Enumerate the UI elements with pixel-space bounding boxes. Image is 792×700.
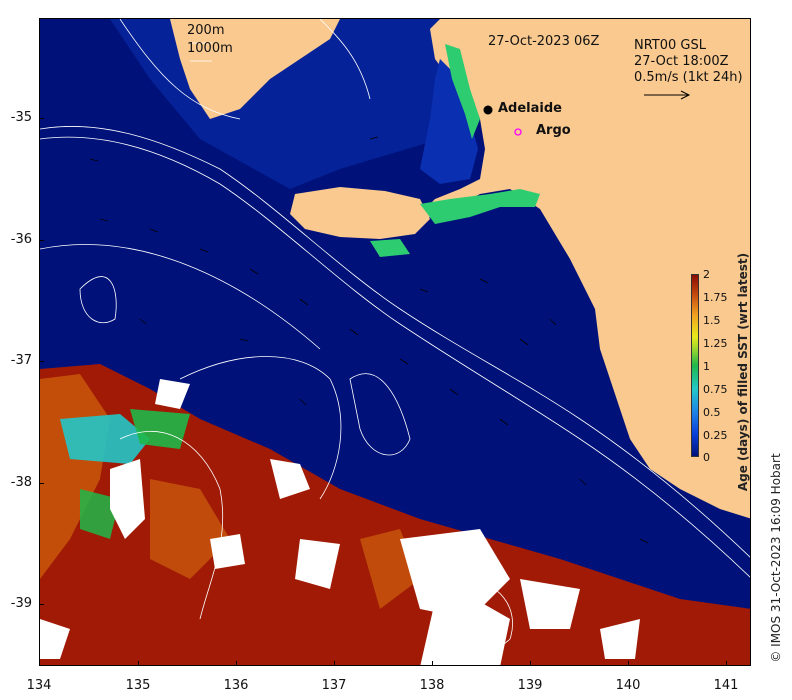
- y-tick-label: -39: [10, 596, 32, 611]
- colorbar-tick-label: 1.5: [703, 314, 721, 327]
- colorbar-tick-label: 2: [703, 268, 710, 281]
- colorbar: [691, 274, 699, 457]
- colorbar-tick-label: 0: [703, 451, 710, 464]
- y-tick: [39, 604, 44, 605]
- y-tick-label: -36: [10, 232, 32, 247]
- isobath-legend-200m: 200m: [187, 23, 225, 38]
- x-tick: [334, 661, 335, 666]
- y-tick-label: -37: [10, 353, 32, 368]
- x-tick-label: 141: [713, 678, 739, 693]
- x-tick-label: 138: [419, 678, 445, 693]
- colorbar-tick-label: 0.25: [703, 429, 728, 442]
- x-tick: [138, 661, 139, 666]
- x-tick-label: 135: [125, 678, 151, 693]
- adelaide-label: Adelaide: [498, 101, 562, 116]
- argo-label: Argo: [536, 123, 571, 138]
- x-tick-label: 140: [615, 678, 641, 693]
- x-tick-label: 139: [517, 678, 543, 693]
- current-info-line1: NRT00 GSL: [634, 38, 706, 53]
- x-tick: [432, 661, 433, 666]
- colorbar-title: Age (days) of filled SST (wrt latest): [736, 252, 750, 492]
- x-tick: [530, 661, 531, 666]
- y-tick-label: -38: [10, 475, 32, 490]
- isobath-legend-1000m: 1000m: [187, 41, 233, 56]
- colorbar-tick-label: 0.75: [703, 383, 728, 396]
- colorbar-tick-label: 1.25: [703, 337, 728, 350]
- x-tick: [39, 661, 40, 666]
- adelaide-marker: [483, 105, 493, 115]
- current-info-line3: 0.5m/s (1kt 24h): [634, 70, 743, 85]
- x-tick: [726, 661, 727, 666]
- colorbar-tick-label: 0.5: [703, 406, 721, 419]
- map-canvas: [40, 19, 750, 665]
- x-tick: [236, 661, 237, 666]
- y-tick: [39, 118, 44, 119]
- date-label: 27-Oct-2023 06Z: [488, 34, 600, 49]
- y-tick: [39, 240, 44, 241]
- credit-text: © IMOS 31-Oct-2023 16:09 Hobart: [769, 453, 783, 663]
- y-tick: [39, 361, 44, 362]
- x-tick-label: 137: [321, 678, 347, 693]
- y-tick-label: -35: [10, 110, 32, 125]
- colorbar-tick-label: 1: [703, 360, 710, 373]
- x-tick: [628, 661, 629, 666]
- x-tick-label: 134: [26, 678, 52, 693]
- x-tick-label: 136: [223, 678, 249, 693]
- y-tick: [39, 483, 44, 484]
- current-info-line2: 27-Oct 18:00Z: [634, 54, 729, 69]
- colorbar-tick-label: 1.75: [703, 291, 728, 304]
- sst-map: 200m 1000m 27-Oct-2023 06Z NRT00 GSL 27-…: [39, 18, 751, 666]
